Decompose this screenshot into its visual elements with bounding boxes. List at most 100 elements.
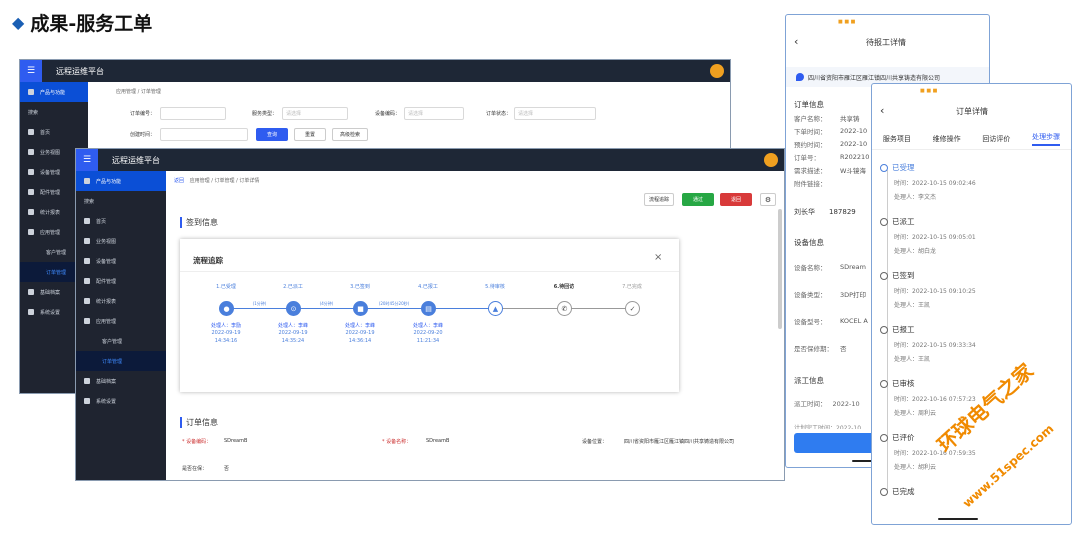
info-row: 设备型号： KOCEL A — [794, 316, 868, 326]
order-no-label: 订单编号： — [130, 111, 156, 117]
info-row: 订单号： R202210 — [794, 152, 870, 162]
sidebar-item-business[interactable]: 业务视图 — [76, 231, 166, 251]
device-code-label: * 设备编码： — [182, 439, 212, 445]
timeline-person: 处理人：胡利云 — [894, 464, 937, 471]
menu-icon[interactable]: ☰ — [20, 60, 42, 82]
device-icon — [84, 258, 90, 264]
front-sidebar: 产品与功能 搜索 首页 业务视图 设备管理 配件管理 统计报表 应用管理 客户管… — [76, 171, 166, 480]
home-icon — [28, 129, 34, 135]
sidebar-search[interactable]: 搜索 — [20, 102, 88, 122]
sidebar-item-device[interactable]: 设备管理 — [76, 251, 166, 271]
app-icon — [28, 229, 34, 235]
flow-step-time: 11:21:34 — [416, 338, 440, 344]
timeline-item: 已报工 时间：2022-10-15 09:33:34 处理人：王凯 — [880, 324, 1065, 363]
sidebar-item-parts[interactable]: 配件管理 — [76, 271, 166, 291]
sidebar-item-app[interactable]: 应用管理 — [76, 311, 166, 331]
wrench-icon — [84, 278, 90, 284]
tab-review[interactable]: 回访评价 — [982, 134, 1010, 144]
sidebar-search[interactable]: 搜索 — [76, 191, 166, 211]
order-no-input[interactable] — [160, 107, 226, 120]
device-location-value: 四川省资阳市雁江区雁江镇四川共享铸造有限公司 — [624, 439, 735, 445]
timeline-status: 已报工 — [892, 325, 915, 334]
archive-icon — [84, 378, 90, 384]
status-icons: ■ ■ ■ — [838, 19, 856, 25]
pass-button[interactable]: 通过 — [682, 193, 714, 206]
status-icons: ■ ■ ■ — [920, 88, 938, 94]
flow-step-icon: ▤ — [421, 301, 436, 316]
device-name-value: SDreamB — [426, 438, 450, 444]
service-type-label: 服务类型： — [252, 111, 278, 117]
slide-title: ◆ 成果-服务工单 — [12, 9, 152, 36]
settings-icon — [84, 398, 90, 404]
partial-row: 计划完工时间：2022-10 — [794, 425, 862, 429]
warranty-label: 是否在保： — [182, 466, 208, 472]
sidebar-item-home[interactable]: 首页 — [76, 211, 166, 231]
flow-step-date: 2022-09-20 — [413, 330, 443, 336]
timeline-person: 处理人：胡白龙 — [894, 248, 937, 255]
contact-row: 刘长华 187829 — [794, 208, 856, 216]
view-icon — [28, 149, 34, 155]
front-topbar: ☰ 远程运维平台 — [76, 149, 784, 171]
back-link[interactable]: 返回 — [174, 178, 184, 184]
settings-icon[interactable]: ⚙ — [760, 193, 776, 206]
chart-icon — [84, 298, 90, 304]
flow-step-label: 5.待审核 — [485, 284, 505, 290]
created-date-input[interactable] — [160, 128, 248, 141]
order-status-select[interactable]: 请选择 — [514, 107, 596, 120]
sidebar-top[interactable]: 产品与功能 — [20, 82, 88, 102]
advanced-search-button[interactable]: 高级检索 — [332, 128, 368, 141]
sidebar-item-home[interactable]: 首页 — [20, 122, 88, 142]
flow-track-button[interactable]: 流程追踪 — [644, 193, 674, 206]
flow-duration: (1分钟) — [252, 301, 267, 306]
sidebar-item-customer[interactable]: 客户管理 — [76, 331, 166, 351]
sidebar-top[interactable]: 产品与功能 — [76, 171, 166, 191]
sidebar-item-order[interactable]: 订单管理 — [76, 351, 166, 371]
back-arrow-icon[interactable]: ‹ — [880, 104, 884, 117]
menu-icon[interactable]: ☰ — [76, 149, 98, 171]
reset-button[interactable]: 重置 — [294, 128, 326, 141]
sidebar-item-archive[interactable]: 基础档案 — [76, 371, 166, 391]
flow-step-time: 14:34:16 — [214, 338, 238, 344]
brand-label: 远程运维平台 — [112, 155, 160, 165]
dispatch-row: 派工时间： 2022-10 — [794, 400, 860, 408]
flow-step-icon: ✓ — [625, 301, 640, 316]
scrollbar[interactable] — [778, 209, 782, 329]
info-row: 需求描述： W斗镜海 — [794, 166, 866, 175]
device-code-input[interactable]: 请选择 — [404, 107, 464, 120]
timeline-time: 时间：2022-10-15 09:02:46 — [894, 180, 976, 187]
sidebar-item-report[interactable]: 统计报表 — [76, 291, 166, 311]
flow-duration: (4分钟) — [319, 301, 334, 306]
info-row: 设备名称： SDream — [794, 262, 866, 272]
flow-step-icon: ● — [219, 301, 234, 316]
back-breadcrumb: 应用管理 / 订单管理 — [116, 89, 161, 95]
reject-button[interactable]: 退回 — [720, 193, 752, 206]
phone-front-title: 订单详情 — [956, 107, 988, 116]
timeline-status: 已签到 — [892, 271, 915, 280]
device-info-heading: 设备信息 — [794, 238, 824, 247]
phone-back-title: 待报工详情 — [866, 38, 906, 47]
created-label: 创建时间： — [130, 132, 156, 138]
avatar[interactable] — [764, 153, 778, 167]
dispatch-info-heading: 派工信息 — [794, 376, 824, 385]
timeline-time: 时间：2022-10-15 09:05:01 — [894, 234, 976, 241]
service-type-select[interactable]: 请选择 — [282, 107, 348, 120]
query-button[interactable]: 查询 — [256, 128, 288, 141]
archive-icon — [28, 289, 34, 295]
topbar: ☰ 远程运维平台 — [20, 60, 730, 82]
sidebar-item-system[interactable]: 系统设置 — [76, 391, 166, 411]
device-code-value: SDreamB — [224, 438, 248, 444]
back-arrow-icon[interactable]: ‹ — [794, 35, 798, 48]
flow-step-icon: ⊙ — [286, 301, 301, 316]
tab-repair[interactable]: 维修操作 — [933, 134, 961, 144]
tab-service[interactable]: 服务项目 — [883, 134, 911, 144]
modal-divider — [180, 271, 679, 272]
avatar[interactable] — [710, 64, 724, 78]
flow-step-time: 14:36:14 — [348, 338, 372, 344]
timeline-status: 已评价 — [892, 433, 915, 442]
timeline-person: 处理人：王凯 — [894, 302, 931, 309]
tab-steps[interactable]: 处理步骤 — [1032, 132, 1061, 146]
close-icon[interactable]: × — [654, 252, 662, 263]
device-name-label: * 设备名称： — [382, 439, 412, 445]
order-section-title: 订单信息 — [180, 417, 218, 428]
timeline-item: 已派工 时间：2022-10-15 09:05:01 处理人：胡白龙 — [880, 216, 1065, 255]
